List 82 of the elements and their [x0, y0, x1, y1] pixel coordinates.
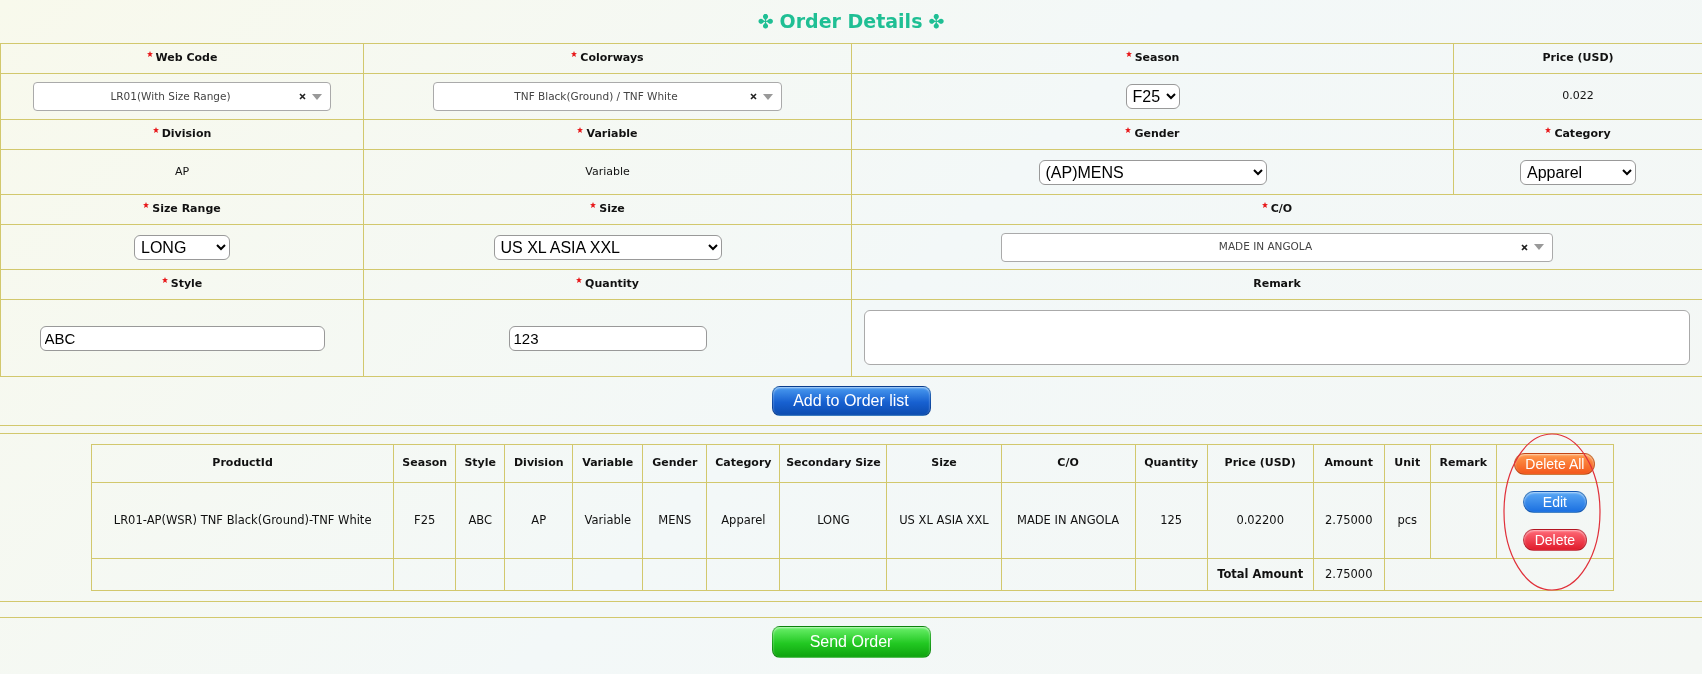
- required-icon: [1261, 202, 1268, 209]
- table-cell: 0.02200: [1236, 512, 1284, 527]
- column-header: Price (USD): [1224, 456, 1296, 470]
- field-label: Price (USD): [1542, 51, 1614, 65]
- field-label: Colorways: [571, 51, 644, 65]
- required-icon: [1125, 127, 1132, 134]
- clear-icon: [750, 93, 757, 100]
- field-label: Style: [161, 277, 203, 291]
- select-field[interactable]: US XL ASIA XXL: [493, 234, 722, 260]
- column-header: Style: [464, 456, 497, 470]
- field-label: Variable: [577, 127, 638, 141]
- table-cell: ABC: [468, 512, 493, 527]
- table-cell: pcs: [1397, 512, 1418, 527]
- remark-field[interactable]: [864, 310, 1690, 365]
- required-icon: [161, 277, 168, 284]
- required-icon: [571, 51, 578, 58]
- field-value: Variable: [585, 164, 630, 178]
- column-header: Remark: [1439, 456, 1488, 470]
- column-header: Quantity: [1144, 456, 1199, 470]
- text-field[interactable]: ABC: [39, 325, 325, 351]
- field-label: C/O: [1261, 202, 1293, 216]
- clear-icon: [299, 93, 306, 100]
- required-icon: [143, 202, 150, 209]
- field-label: Remark: [1253, 277, 1301, 291]
- table-cell: US XL ASIA XXL: [899, 512, 989, 527]
- column-header: Unit: [1394, 456, 1421, 470]
- field-label: Category: [1545, 127, 1611, 141]
- required-icon: [1545, 127, 1552, 134]
- column-header: Division: [514, 456, 564, 470]
- table-cell: AP: [531, 512, 547, 527]
- caret-icon: [1534, 244, 1544, 250]
- caret-icon: [312, 93, 322, 100]
- select-field[interactable]: LONG: [134, 234, 230, 260]
- text-field[interactable]: 123: [508, 325, 707, 351]
- required-icon: [576, 277, 583, 284]
- delete-button[interactable]: Delete: [1522, 528, 1587, 551]
- ornament: ✤: [757, 9, 774, 35]
- field-value: 0.022: [1562, 89, 1594, 103]
- page-title: Order Details: [779, 9, 923, 35]
- column-header: Amount: [1324, 456, 1373, 470]
- column-header: Category: [715, 456, 772, 470]
- column-header: Gender: [652, 456, 698, 470]
- column-header: Secondary Size: [786, 456, 881, 470]
- table-cell: 125: [1160, 512, 1183, 527]
- field-label: Gender: [1125, 127, 1180, 141]
- column-header: ProductId: [212, 456, 273, 470]
- required-icon: [590, 202, 597, 209]
- total-label: Total Amount: [1217, 566, 1304, 581]
- required-icon: [146, 51, 153, 58]
- field-label: Quantity: [576, 277, 639, 291]
- dropdown-field[interactable]: MADE IN ANGOLA: [1001, 232, 1553, 262]
- table-cell: MENS: [658, 512, 692, 527]
- table-cell: LONG: [817, 512, 850, 527]
- required-icon: [152, 127, 159, 134]
- required-icon: [1125, 51, 1132, 58]
- table-cell: Variable: [584, 512, 632, 527]
- select-field[interactable]: (AP)MENS: [1038, 159, 1267, 185]
- field-label: Size: [590, 202, 625, 216]
- table-cell: LR01-AP(WSR) TNF Black(Ground)-TNF White: [113, 512, 372, 527]
- column-header: Size: [931, 456, 957, 470]
- total-value: 2.75000: [1324, 566, 1373, 581]
- table-cell: F25: [414, 512, 436, 527]
- dropdown-field[interactable]: LR01(With Size Range): [33, 82, 331, 111]
- field-label: Web Code: [146, 51, 218, 65]
- table-cell: Apparel: [721, 512, 766, 527]
- table-cell: MADE IN ANGOLA: [1016, 512, 1120, 527]
- add-to-order-button[interactable]: Add to Order list: [771, 386, 931, 416]
- ornament: ✤: [928, 9, 945, 35]
- field-label: Size Range: [143, 202, 221, 216]
- column-header: Season: [402, 456, 448, 470]
- field-label: Season: [1125, 51, 1180, 65]
- field-label: Division: [152, 127, 212, 141]
- column-header: C/O: [1057, 456, 1079, 470]
- select-field[interactable]: F25: [1125, 84, 1180, 109]
- clear-icon: [1521, 243, 1528, 251]
- required-icon: [577, 127, 584, 134]
- field-value: AP: [174, 164, 190, 178]
- table-cell: 2.75000: [1324, 512, 1373, 527]
- caret-icon: [763, 93, 773, 100]
- select-field[interactable]: Apparel: [1520, 159, 1636, 185]
- dropdown-field[interactable]: TNF Black(Ground) / TNF White: [433, 82, 782, 111]
- column-header: Variable: [582, 456, 634, 470]
